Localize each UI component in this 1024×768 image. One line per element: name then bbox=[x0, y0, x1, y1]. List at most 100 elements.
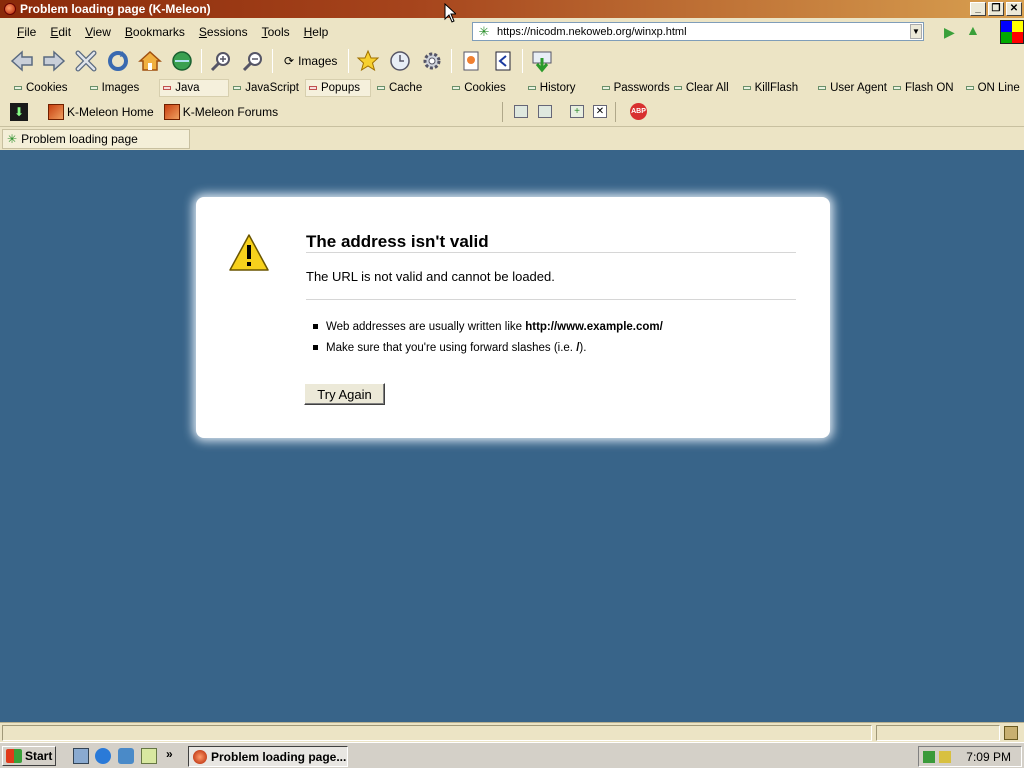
status-indicator-icon bbox=[601, 86, 610, 90]
privacy-toggle-popups[interactable]: Popups bbox=[304, 79, 371, 97]
minimize-button[interactable]: _ bbox=[970, 2, 986, 16]
page-tool-button[interactable] bbox=[455, 47, 487, 75]
divider bbox=[306, 252, 796, 253]
adblock-plus-icon[interactable]: ABP bbox=[630, 103, 647, 120]
gear-icon bbox=[423, 52, 441, 70]
privacy-toggle-label: Passwords bbox=[613, 82, 670, 94]
privacy-user-agent-button[interactable]: User Agent bbox=[818, 79, 887, 97]
privacy-toggle-label: Flash ON bbox=[905, 82, 954, 94]
menu-bookmarks-label: ookmarks bbox=[132, 25, 185, 39]
toolbar-separator bbox=[201, 49, 202, 73]
reload-button[interactable] bbox=[102, 47, 134, 75]
taskbar-item-problem-loading-page[interactable]: Problem loading page... bbox=[188, 746, 348, 767]
menu-view[interactable]: View bbox=[78, 25, 118, 39]
privacy-clear-all-button[interactable]: Clear All bbox=[673, 79, 729, 97]
privacy-online-toggle[interactable]: ON Line bbox=[965, 79, 1020, 97]
tab-problem-loading-page[interactable]: ✳ Problem loading page bbox=[2, 129, 190, 149]
forward-button[interactable] bbox=[38, 47, 70, 75]
window-title: Problem loading page (K-Meleon) bbox=[20, 2, 211, 16]
preferences-button[interactable] bbox=[416, 47, 448, 75]
k-meleon-app-icon[interactable] bbox=[4, 3, 16, 15]
stop-button[interactable] bbox=[70, 47, 102, 75]
clock[interactable]: 7:09 PM bbox=[966, 750, 1011, 764]
error-title: The address isn't valid bbox=[306, 232, 489, 251]
view-source-button[interactable] bbox=[487, 47, 519, 75]
status-indicator-icon bbox=[163, 86, 172, 90]
menu-tools[interactable]: Tools bbox=[255, 25, 297, 39]
address-dropdown-icon[interactable]: ▼ bbox=[910, 24, 922, 39]
error-panel: The address isn't valid The URL is not v… bbox=[196, 197, 830, 438]
status-indicator-icon bbox=[308, 86, 317, 90]
privacy-clear-cookies-button[interactable]: Cookies bbox=[452, 79, 506, 97]
quick-launch-chevron-icon[interactable]: » bbox=[166, 747, 173, 761]
show-desktop-icon[interactable] bbox=[73, 748, 89, 764]
internet-explorer-icon[interactable] bbox=[95, 748, 111, 764]
toolbar-separator bbox=[522, 49, 524, 73]
tab-bar: ✳ Problem loading page bbox=[0, 126, 1024, 150]
privacy-passwords-button[interactable]: Passwords bbox=[601, 79, 670, 97]
explorer-search-icon[interactable] bbox=[141, 748, 157, 764]
menu-edit[interactable]: Edit bbox=[43, 25, 78, 39]
privacy-toggle-label: ON Line bbox=[977, 82, 1020, 94]
download-manager-icon[interactable]: ⬇ bbox=[10, 103, 28, 121]
status-indicator-icon bbox=[89, 86, 98, 90]
download-button[interactable] bbox=[526, 47, 558, 75]
restore-button[interactable]: ❐ bbox=[988, 2, 1004, 16]
privacy-toggle-label: Cookies bbox=[26, 82, 68, 94]
search-globe-button[interactable] bbox=[166, 47, 198, 75]
k-meleon-app-icon bbox=[193, 749, 207, 764]
menu-view-label: iew bbox=[92, 25, 111, 39]
menu-sessions[interactable]: Sessions bbox=[192, 25, 255, 39]
images-toggle-button[interactable]: ⟳ Images bbox=[276, 47, 345, 75]
up-arrow-icon[interactable]: ▲ bbox=[966, 22, 980, 38]
close-tab-icon[interactable]: ✕ bbox=[593, 105, 607, 118]
menu-bookmarks[interactable]: Bookmarks bbox=[118, 25, 192, 39]
menu-file[interactable]: File bbox=[10, 25, 43, 39]
address-url: https://nicodm.nekoweb.org/winxp.html bbox=[497, 25, 687, 38]
privacy-clear-history-button[interactable]: History bbox=[527, 79, 576, 97]
window-tile-icon[interactable] bbox=[514, 105, 528, 118]
history-button[interactable] bbox=[384, 47, 416, 75]
window-cascade-icon[interactable] bbox=[538, 105, 552, 118]
try-again-button[interactable]: Try Again bbox=[304, 383, 385, 405]
network-tray-icon[interactable] bbox=[923, 750, 935, 763]
outlook-express-icon[interactable] bbox=[118, 748, 134, 764]
status-indicator-icon bbox=[673, 86, 682, 90]
bookmarks-button[interactable] bbox=[352, 47, 384, 75]
k-meleon-logo-icon bbox=[163, 104, 180, 120]
new-tab-icon[interactable]: + bbox=[570, 105, 584, 118]
zoom-out-button[interactable] bbox=[237, 47, 269, 75]
home-icon bbox=[138, 50, 162, 71]
privacy-killflash-button[interactable]: KillFlash bbox=[742, 79, 799, 97]
close-button[interactable]: ✕ bbox=[1006, 2, 1022, 16]
menu-help[interactable]: Help bbox=[297, 25, 336, 39]
go-arrow-icon[interactable]: ▶ bbox=[944, 24, 955, 41]
list-item: Make sure that you're using forward slas… bbox=[306, 337, 663, 358]
privacy-toggle-java[interactable]: Java bbox=[159, 79, 230, 97]
start-button[interactable]: Start bbox=[2, 746, 56, 766]
privacy-flash-toggle[interactable]: Flash ON bbox=[893, 79, 954, 97]
tab-title: Problem loading page bbox=[21, 132, 138, 146]
privacy-toggle-cookies[interactable]: Cookies bbox=[14, 79, 68, 97]
privacy-toggle-label: KillFlash bbox=[754, 82, 799, 94]
privacy-cache-button[interactable]: Cache bbox=[376, 79, 422, 97]
volume-tray-icon[interactable] bbox=[939, 750, 951, 763]
page-content: The address isn't valid The URL is not v… bbox=[0, 150, 1024, 722]
privacy-toggle-javascript[interactable]: JavaScript bbox=[233, 79, 299, 97]
security-lock-icon[interactable] bbox=[1004, 726, 1018, 740]
privacy-toggle-label: Cookies bbox=[464, 82, 506, 94]
status-indicator-icon bbox=[965, 86, 974, 90]
status-indicator-icon bbox=[14, 86, 22, 90]
address-bar[interactable]: ✳ https://nicodm.nekoweb.org/winxp.html … bbox=[472, 22, 924, 41]
title-bar[interactable]: Problem loading page (K-Meleon) _ ❐ ✕ bbox=[0, 0, 1024, 18]
loading-favicon-icon: ✳ bbox=[478, 23, 490, 39]
status-indicator-icon bbox=[233, 86, 242, 90]
link-k-meleon-home[interactable]: K-Meleon Home bbox=[48, 104, 154, 120]
privacy-toggle-images[interactable]: Images bbox=[89, 79, 139, 97]
zoom-in-button[interactable] bbox=[205, 47, 237, 75]
link-k-meleon-forums[interactable]: K-Meleon Forums bbox=[163, 104, 278, 120]
back-button[interactable] bbox=[6, 47, 38, 75]
home-button[interactable] bbox=[134, 47, 166, 75]
page-edit-icon bbox=[463, 51, 479, 71]
loading-favicon-icon: ✳ bbox=[7, 132, 18, 146]
